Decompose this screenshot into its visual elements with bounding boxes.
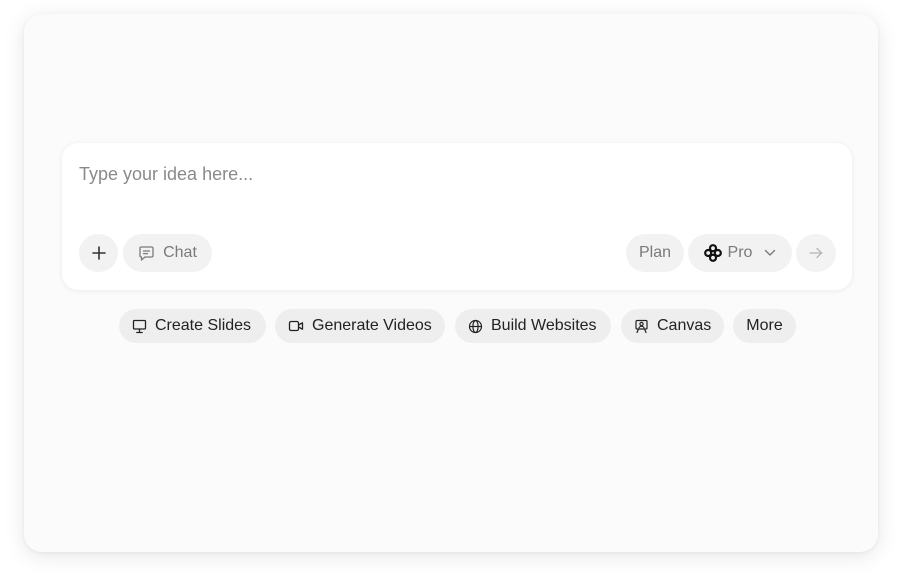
message-square-icon	[138, 245, 155, 262]
create-slides-chip[interactable]: Create Slides	[119, 309, 266, 343]
canvas-chip[interactable]: Canvas	[621, 309, 724, 343]
send-button[interactable]	[796, 234, 836, 272]
more-chip[interactable]: More	[733, 309, 796, 343]
create-slides-label: Create Slides	[155, 317, 252, 334]
chevron-down-icon	[764, 249, 776, 257]
video-icon	[288, 319, 304, 333]
globe-icon	[468, 319, 483, 334]
arrow-right-icon	[809, 247, 823, 259]
add-button[interactable]	[79, 234, 118, 272]
model-label: Pro	[727, 244, 753, 261]
flower-logo-icon	[703, 244, 722, 262]
generate-videos-chip[interactable]: Generate Videos	[275, 309, 445, 343]
model-select[interactable]: Pro	[688, 234, 792, 272]
chat-mode-button[interactable]: Chat	[123, 234, 212, 272]
plan-button[interactable]: Plan	[626, 234, 684, 272]
chat-mode-label: Chat	[163, 244, 197, 261]
prompt-composer: Chat Plan Pro	[62, 143, 852, 290]
canvas-label: Canvas	[657, 317, 712, 334]
easel-icon	[634, 319, 649, 334]
build-websites-label: Build Websites	[491, 317, 597, 334]
build-websites-chip[interactable]: Build Websites	[455, 309, 611, 343]
more-label: More	[746, 317, 783, 334]
generate-videos-label: Generate Videos	[312, 317, 432, 334]
suggestion-chips: Create Slides Generate Videos Build Webs…	[0, 309, 902, 343]
prompt-input[interactable]	[79, 161, 779, 187]
plan-label: Plan	[638, 244, 672, 261]
presentation-icon	[132, 319, 147, 334]
plus-icon	[91, 246, 106, 260]
